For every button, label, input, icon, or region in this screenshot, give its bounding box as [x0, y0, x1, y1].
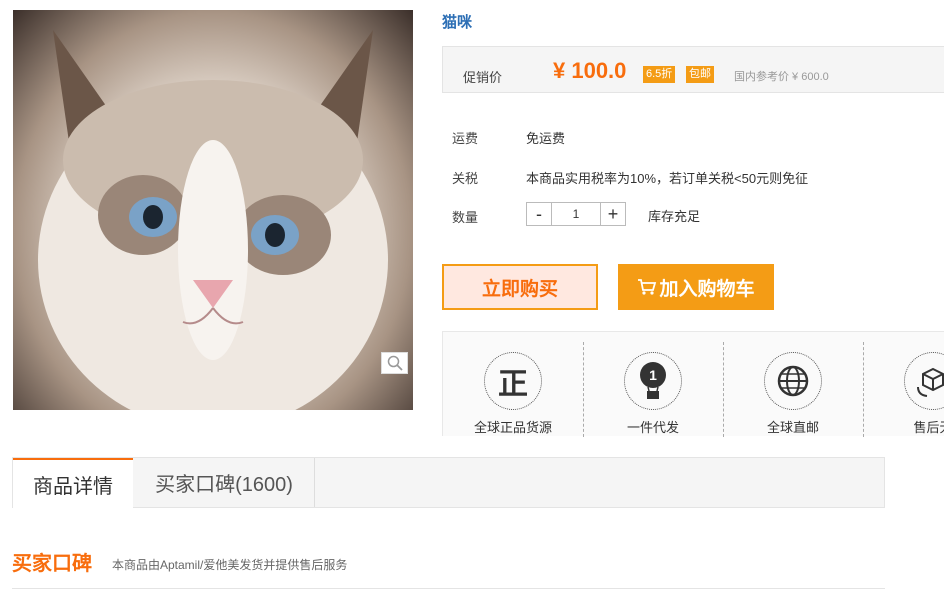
promo-price: ¥ 100.0 [553, 58, 627, 83]
shipping-value: 免运费 [526, 131, 566, 146]
feature-label: 全球直邮 [766, 420, 819, 435]
qty-increase-button[interactable]: + [601, 203, 625, 225]
feature-after-sales: 售后无 [863, 342, 944, 436]
tab-product-details[interactable]: 商品详情 [13, 458, 133, 508]
svg-text:1: 1 [649, 367, 657, 383]
magnifier-icon [387, 355, 403, 371]
tax-value: 本商品实用税率为10%，若订单关税<50元则免征 [526, 171, 809, 186]
add-to-cart-button[interactable]: 加入购物车 [618, 264, 774, 310]
detail-tabs: 商品详情 买家口碑(1600) [12, 457, 885, 508]
promo-price-label: 促销价 [463, 70, 503, 85]
reviews-subtitle: 本商品由Aptamil/爱他美发货并提供售后服务 [112, 558, 348, 572]
service-features: 正 全球正品货源 1 一件代发 全球直邮 售后 [442, 331, 944, 437]
feature-genuine: 正 全球正品货源 [443, 342, 583, 436]
product-title: 猫咪 [442, 14, 473, 31]
cat-photo [38, 30, 388, 410]
feature-dropship: 1 一件代发 [583, 342, 723, 436]
add-to-cart-label: 加入购物车 [659, 278, 755, 300]
quantity-label: 数量 [452, 210, 479, 225]
cart-icon [638, 279, 657, 295]
feature-label: 一件代发 [626, 420, 679, 435]
feature-direct-mail: 全球直邮 [723, 342, 863, 436]
box-icon [904, 352, 944, 410]
tab-buyer-reviews[interactable]: 买家口碑(1600) [134, 458, 315, 507]
balloon-icon: 1 [624, 352, 682, 410]
qty-decrease-button[interactable]: - [527, 203, 551, 225]
discount-badge: 6.5折 [643, 66, 676, 83]
buy-now-button[interactable]: 立即购买 [442, 264, 598, 310]
divider [12, 588, 885, 589]
reviews-heading: 买家口碑 [12, 553, 92, 575]
free-shipping-badge: 包邮 [686, 66, 714, 83]
quantity-stepper: - 1 + [526, 202, 626, 226]
reference-price: 国内参考价 ¥ 600.0 [734, 71, 829, 83]
product-image[interactable] [13, 10, 413, 410]
genuine-icon: 正 [484, 352, 542, 410]
tax-label: 关税 [452, 171, 479, 186]
shipping-label: 运费 [452, 131, 479, 146]
feature-label: 全球正品货源 [473, 420, 552, 435]
quantity-input[interactable]: 1 [551, 203, 601, 225]
globe-icon [764, 352, 822, 410]
zoom-button[interactable] [381, 352, 408, 374]
feature-label: 售后无 [913, 420, 944, 435]
stock-status: 库存充足 [648, 209, 701, 224]
